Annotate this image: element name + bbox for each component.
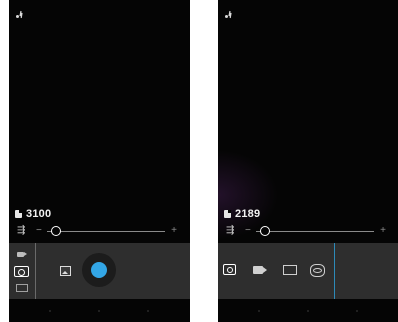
exposure-decrease[interactable]: − xyxy=(245,225,251,236)
exposure-track[interactable] xyxy=(256,231,374,232)
shots-remaining: 3100 xyxy=(15,208,51,220)
home-icon[interactable] xyxy=(307,310,309,312)
photosphere-mode-icon[interactable] xyxy=(310,264,325,277)
shots-remaining-count: 2189 xyxy=(235,208,261,220)
camera-controls-panel xyxy=(9,243,190,299)
video-mode-icon[interactable] xyxy=(253,266,267,274)
exposure-thumb[interactable] xyxy=(260,226,270,236)
exposure-increase[interactable]: + xyxy=(171,225,177,236)
exposure-slider[interactable]: ⇶ − + xyxy=(226,225,392,237)
signal-icon xyxy=(225,10,232,19)
back-icon[interactable] xyxy=(258,310,260,312)
home-icon[interactable] xyxy=(98,310,100,312)
camera-mode-icon[interactable] xyxy=(14,266,29,277)
navigation-bar xyxy=(9,299,190,322)
mode-switcher[interactable] xyxy=(9,243,35,299)
shots-remaining: 2189 xyxy=(224,208,260,220)
exposure-icon: ⇶ xyxy=(226,225,235,236)
shots-remaining-count: 3100 xyxy=(26,208,52,220)
recents-icon[interactable] xyxy=(147,310,149,312)
mode-divider xyxy=(334,243,335,299)
navigation-bar xyxy=(218,299,398,322)
mode-selector-panel xyxy=(218,243,398,299)
gallery-thumbnail-icon[interactable] xyxy=(60,266,71,276)
panorama-mode-icon[interactable] xyxy=(16,284,28,292)
panorama-mode-icon[interactable] xyxy=(283,265,297,275)
camera-screen-left: 3100 ⇶ − + xyxy=(9,0,190,322)
recents-icon[interactable] xyxy=(356,310,358,312)
sd-card-icon xyxy=(224,210,231,218)
camera-screen-right: 2189 ⇶ − + xyxy=(218,0,398,322)
back-icon[interactable] xyxy=(49,310,51,312)
mode-divider xyxy=(35,243,36,299)
signal-icon xyxy=(16,10,23,19)
exposure-decrease[interactable]: − xyxy=(36,225,42,236)
exposure-icon: ⇶ xyxy=(17,225,26,236)
shutter-button[interactable] xyxy=(91,262,107,278)
video-mode-icon[interactable] xyxy=(17,252,27,257)
exposure-thumb[interactable] xyxy=(51,226,61,236)
sd-card-icon xyxy=(15,210,22,218)
exposure-track[interactable] xyxy=(47,231,165,232)
exposure-increase[interactable]: + xyxy=(380,225,386,236)
camera-mode-icon[interactable] xyxy=(223,264,236,275)
exposure-slider[interactable]: ⇶ − + xyxy=(17,225,183,237)
